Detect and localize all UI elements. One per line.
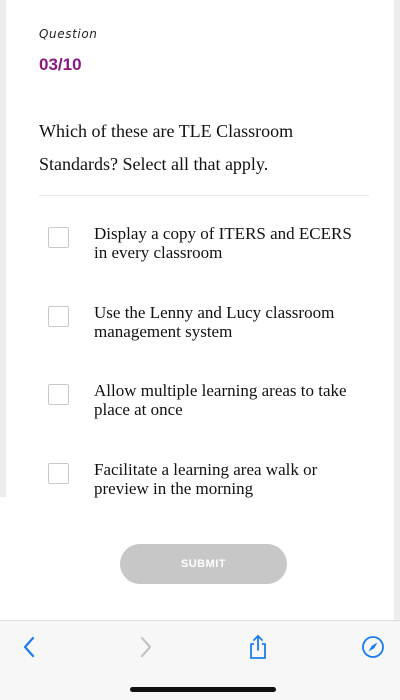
option-1-checkbox[interactable]	[48, 227, 69, 248]
home-indicator[interactable]	[130, 687, 276, 692]
forward-button[interactable]	[128, 633, 164, 661]
chevron-left-icon	[23, 636, 35, 658]
share-button[interactable]	[240, 633, 276, 661]
option-4-label[interactable]: Facilitate a learning area walk or previ…	[94, 460, 369, 498]
share-icon	[250, 635, 266, 659]
submit-button[interactable]: SUBMIT	[120, 544, 287, 584]
chevron-right-icon	[140, 636, 152, 658]
quiz-card: Question 03/10 Which of these are TLE Cl…	[6, 0, 394, 620]
question-text: Which of these are TLE Classroom Standar…	[39, 121, 294, 174]
browser-button[interactable]	[355, 633, 391, 661]
compass-icon	[362, 636, 384, 658]
question-number: 03/10	[39, 55, 82, 74]
option-2-label[interactable]: Use the Lenny and Lucy classroom managem…	[94, 303, 369, 341]
option-2-checkbox[interactable]	[48, 306, 69, 327]
divider	[39, 195, 369, 196]
option-1-label[interactable]: Display a copy of ITERS and ECERS in eve…	[94, 224, 369, 262]
option-3-label[interactable]: Allow multiple learning areas to take pl…	[94, 381, 369, 419]
back-button[interactable]	[11, 633, 47, 661]
right-page-edge	[394, 0, 400, 620]
option-4-checkbox[interactable]	[48, 463, 69, 484]
question-label: Question	[39, 27, 98, 41]
option-3-checkbox[interactable]	[48, 384, 69, 405]
